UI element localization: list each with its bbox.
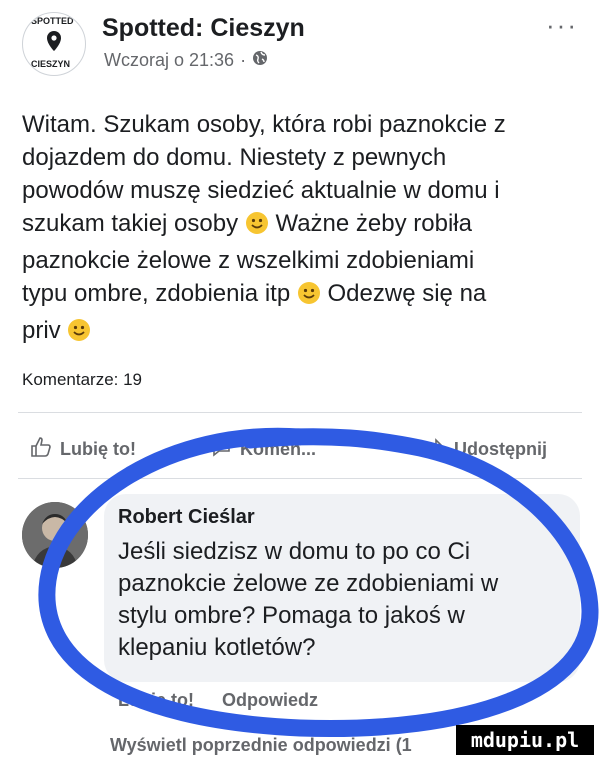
post-line: dojazdem do domu. Niestety z pewnych <box>22 144 447 171</box>
comment-actions: Lubię to! Odpowiedz <box>118 690 318 711</box>
post-line: powodów muszę siedzieć aktualnie w domu … <box>22 177 500 204</box>
smiley-emoji-icon <box>245 211 269 244</box>
post-timestamp[interactable]: Wczoraj o 21:36 <box>104 50 234 71</box>
post-body: Witam. Szukam osoby, która robi paznokci… <box>22 108 582 351</box>
post-line: szukam takiej osoby Ważne żeby robiła <box>22 207 582 244</box>
commenter-avatar[interactable] <box>22 502 88 568</box>
comment-like-link[interactable]: Lubię to! <box>118 690 194 711</box>
smiley-emoji-icon <box>297 281 321 314</box>
page-name[interactable]: Spotted: Cieszyn <box>102 14 305 43</box>
site-watermark: mdupiu.pl <box>456 725 594 755</box>
post-line: paznokcie żelowe z wszelkimi zdobieniami <box>22 247 475 274</box>
comment-line: klepaniu kotletów? <box>118 634 316 661</box>
post-line: Witam. Szukam osoby, która robi paznokci… <box>22 111 506 138</box>
speech-bubble-icon <box>208 436 232 463</box>
post-meta: Wczoraj o 21:36 · <box>104 50 268 71</box>
post-line: priv <box>22 314 582 351</box>
share-label: Udostępnij <box>454 439 547 459</box>
more-options-button[interactable]: ··· <box>546 10 578 41</box>
comment-line: paznokcie żelowe ze zdobieniami w <box>118 570 499 597</box>
comment-line: Jeśli siedzisz w domu to po co Ci <box>118 538 471 565</box>
smiley-emoji-icon <box>67 318 91 351</box>
divider <box>18 412 582 413</box>
like-label: Lubię to! <box>60 439 136 459</box>
like-button[interactable]: Lubię to! <box>30 436 136 463</box>
meta-separator: · <box>240 50 247 70</box>
view-previous-replies-link[interactable]: Wyświetl poprzednie odpowiedzi (1 <box>110 735 412 756</box>
thumbs-up-icon <box>30 436 52 463</box>
comment-line: stylu ombre? Pomaga to jakoś w <box>118 602 465 629</box>
comment-label: Komen... <box>240 439 317 459</box>
page-avatar[interactable]: SPOTTED CIESZYN <box>22 12 86 76</box>
comment-author[interactable]: Robert Cieślar <box>118 506 255 529</box>
divider <box>18 478 582 479</box>
comment-reply-link[interactable]: Odpowiedz <box>222 690 318 711</box>
comments-count[interactable]: Komentarze: 19 <box>22 370 142 390</box>
post-header: SPOTTED CIESZYN Spotted: Cieszyn Wczoraj… <box>0 0 600 90</box>
share-button[interactable]: Udostępnij <box>420 436 547 463</box>
logo-top-text: SPOTTED <box>31 16 74 26</box>
comment-button[interactable]: Komen... <box>208 436 316 463</box>
post-line: typu ombre, zdobienia itp Odezwę się na <box>22 277 582 314</box>
logo-bottom-text: CIESZYN <box>31 59 71 69</box>
comment-body: Jeśli siedzisz w domu to po co Ci paznok… <box>118 536 578 664</box>
share-arrow-icon <box>420 436 446 463</box>
post-actions-bar: Lubię to! Komen... Udostępnij <box>0 430 600 470</box>
globe-icon <box>252 50 268 71</box>
